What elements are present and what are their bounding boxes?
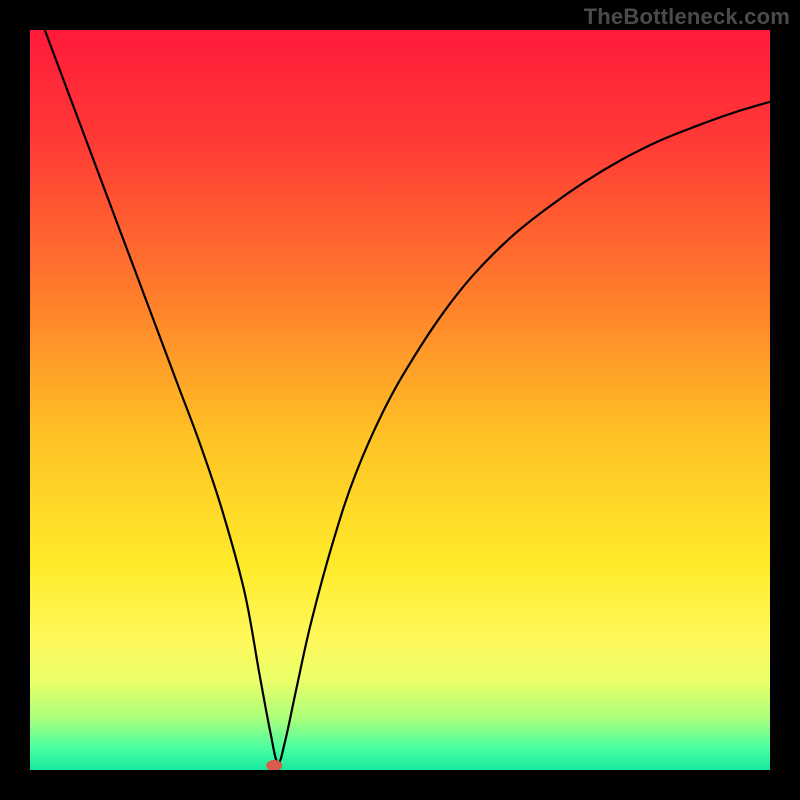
chart-frame: TheBottleneck.com [0,0,800,800]
watermark-text: TheBottleneck.com [584,4,790,30]
plot-area [30,30,770,770]
plot-svg [30,30,770,770]
